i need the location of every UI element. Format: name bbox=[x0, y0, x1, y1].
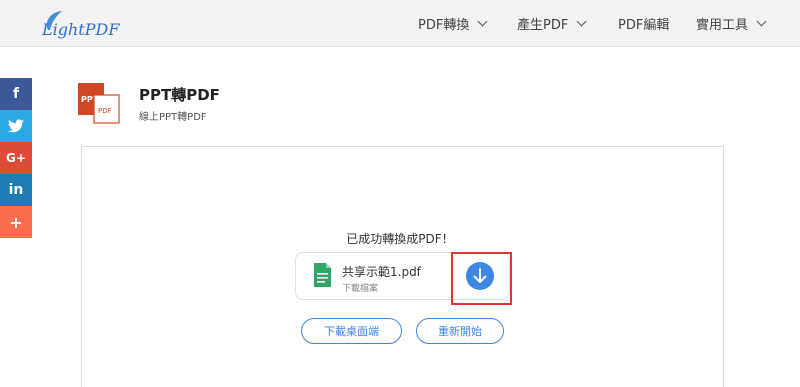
logo-text: LightPDF bbox=[41, 20, 120, 39]
nav-tools-label: 實用工具 bbox=[696, 18, 749, 33]
nav-create-pdf[interactable]: 產生PDF bbox=[517, 0, 587, 47]
twitter-icon bbox=[8, 119, 24, 133]
facebook-icon: f bbox=[12, 86, 20, 102]
download-arrow-icon bbox=[473, 268, 487, 283]
nav-pdf-edit[interactable]: PDF編輯 bbox=[618, 0, 669, 47]
file-name: 共享示範1.pdf bbox=[342, 265, 421, 279]
nav-pdf-edit-label: PDF編輯 bbox=[618, 18, 670, 33]
linkedin-share-button[interactable]: in bbox=[0, 174, 32, 206]
restart-button[interactable]: 重新開始 bbox=[416, 318, 504, 344]
download-file-link[interactable]: 下載檔案 bbox=[342, 281, 378, 294]
pdf-icon-label: PDF bbox=[98, 107, 112, 115]
facebook-share-button[interactable]: f bbox=[0, 78, 32, 110]
download-button[interactable] bbox=[466, 262, 494, 290]
nav-create-pdf-label: 產生PDF bbox=[517, 18, 569, 33]
lightpdf-logo[interactable]: LightPDF bbox=[38, 8, 128, 40]
page-subtitle: 線上PPT轉PDF bbox=[139, 112, 207, 123]
linkedin-icon: in bbox=[8, 182, 24, 198]
chevron-down-icon bbox=[756, 16, 767, 26]
nav-pdf-convert-label: PDF轉換 bbox=[418, 18, 470, 33]
twitter-share-button[interactable] bbox=[0, 110, 32, 142]
page-title: PPT轉PDF bbox=[139, 86, 220, 104]
google-plus-icon: G+ bbox=[6, 151, 26, 165]
plus-icon: + bbox=[9, 212, 23, 232]
download-desktop-button[interactable]: 下載桌面端 bbox=[301, 318, 402, 344]
document-icon bbox=[314, 263, 331, 287]
chevron-down-icon bbox=[576, 16, 587, 26]
top-header: LightPDF PDF轉換 產生PDF PDF編輯 實用工具 bbox=[0, 0, 800, 47]
google-plus-share-button[interactable]: G+ bbox=[0, 142, 32, 174]
chevron-down-icon bbox=[477, 16, 488, 26]
social-share-bar: f G+ in + bbox=[0, 78, 32, 238]
ppt-to-pdf-icon: PPT PDF bbox=[78, 83, 120, 124]
success-message: 已成功轉換成PDF！ bbox=[346, 232, 454, 246]
nav-pdf-convert[interactable]: PDF轉換 bbox=[418, 0, 488, 47]
nav-tools[interactable]: 實用工具 bbox=[696, 0, 767, 47]
